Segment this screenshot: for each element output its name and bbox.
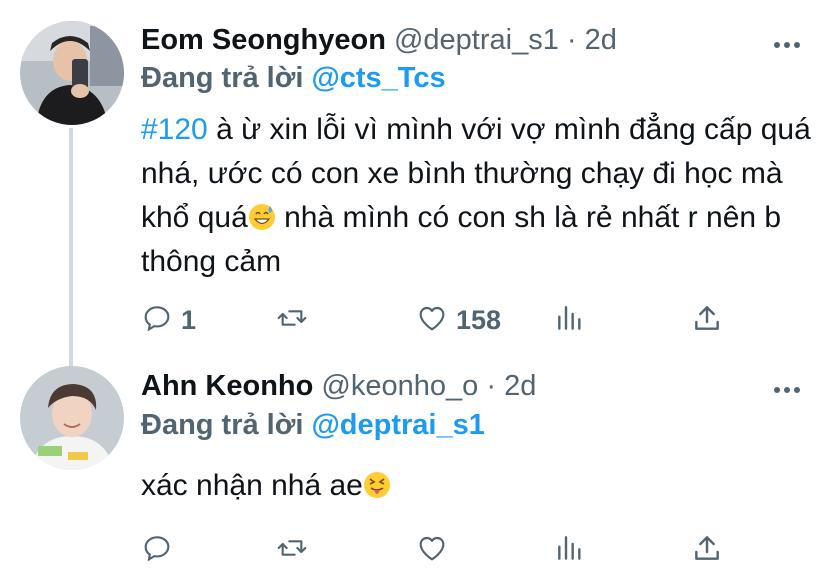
tweet[interactable]: Eom Seonghyeon @deptrai_s1 · 2d Đang trả… (0, 0, 828, 368)
reply-count: 1 (181, 304, 197, 335)
analytics-icon (554, 532, 586, 569)
more-icon[interactable] (774, 37, 800, 48)
action-bar: 1 158 (141, 300, 741, 340)
retweet-icon (276, 532, 308, 569)
like-button[interactable] (416, 530, 456, 570)
share-button[interactable] (691, 530, 723, 570)
tweet-text: #120 à ừ xin lỗi vì mình với vợ mình đẳn… (141, 108, 811, 284)
like-icon (416, 532, 448, 569)
author-handle[interactable]: @deptrai_s1 (394, 24, 559, 56)
analytics-button[interactable] (554, 300, 586, 340)
like-count: 158 (456, 304, 502, 335)
replying-to: Đang trả lời @cts_Tcs (141, 62, 446, 95)
tweet-text-part: xác nhận nhá ae (141, 469, 363, 502)
author-name[interactable]: Ahn Keonho (141, 370, 313, 402)
tweet-header: Eom Seonghyeon @deptrai_s1 · 2d (141, 24, 617, 57)
more-icon[interactable] (774, 382, 800, 393)
timestamp[interactable]: 2d (585, 24, 617, 56)
reply-icon (141, 532, 173, 569)
replying-label: Đang trả lời (141, 62, 304, 94)
tweet-header: Ahn Keonho @keonho_o · 2d (141, 370, 536, 403)
avatar[interactable] (20, 21, 124, 125)
mention-link[interactable]: @deptrai_s1 (311, 409, 484, 441)
mention-link[interactable]: @cts_Tcs (311, 62, 445, 94)
author-name[interactable]: Eom Seonghyeon (141, 24, 386, 56)
analytics-button[interactable] (554, 530, 586, 570)
analytics-icon (554, 302, 586, 339)
share-icon (691, 532, 723, 569)
reply-button[interactable] (141, 530, 181, 570)
grinning-sweat-emoji-icon (248, 200, 276, 230)
share-button[interactable] (691, 300, 723, 340)
retweet-button[interactable] (276, 530, 316, 570)
share-icon (691, 302, 723, 339)
squinting-tongue-emoji-icon (363, 468, 391, 498)
replying-label: Đang trả lời (141, 409, 304, 441)
separator: · (566, 24, 577, 56)
separator: · (486, 370, 496, 402)
timestamp[interactable]: 2d (504, 370, 536, 402)
author-handle[interactable]: @keonho_o (321, 370, 478, 402)
replying-to: Đang trả lời @deptrai_s1 (141, 409, 485, 442)
retweet-button[interactable] (276, 300, 316, 340)
thread-line (69, 128, 73, 368)
tweet-text: xác nhận nhá ae (141, 464, 811, 508)
tweet[interactable]: Ahn Keonho @keonho_o · 2d Đang trả lời @… (0, 360, 828, 574)
avatar[interactable] (20, 366, 124, 470)
reply-icon (141, 302, 173, 339)
like-icon (416, 302, 448, 339)
like-button[interactable]: 158 (416, 300, 501, 340)
action-bar (141, 530, 741, 570)
reply-button[interactable]: 1 (141, 300, 196, 340)
retweet-icon (276, 302, 308, 339)
hashtag-link[interactable]: #120 (141, 113, 208, 146)
